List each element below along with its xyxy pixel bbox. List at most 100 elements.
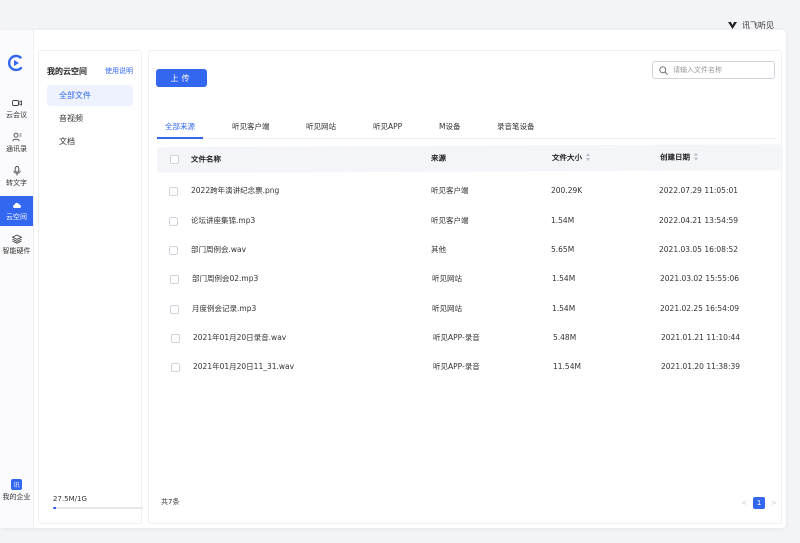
search-input[interactable] (673, 66, 768, 74)
date-cell: 2021.03.05 16:08:52 (659, 245, 739, 254)
table-row[interactable]: 2022跨年演讲纪念票.png 听见客户端 200.29K 2022.07.29 11… (159, 177, 783, 205)
row-checkbox[interactable] (170, 305, 179, 314)
layers-icon (11, 234, 22, 244)
search-icon (659, 65, 668, 75)
nav-item-label: 云空间 (6, 213, 27, 221)
file-name-cell[interactable]: 2021年01月20日11_31.wav (193, 353, 294, 381)
nav-item-meeting[interactable]: 云会议 (0, 94, 33, 124)
main-panel: 上传 全部来源 听见客户端 听见网站 听见APP M设备 录音笔设备 文件名称 … (148, 50, 785, 524)
sort-icon[interactable] (586, 153, 590, 161)
size-cell: 1.54M (551, 216, 575, 225)
nav-item-cloud[interactable]: 云空间 (0, 196, 33, 226)
file-name-cell[interactable]: 部门周例会.wav (191, 236, 246, 264)
app-logo-icon (5, 52, 27, 74)
tab-app[interactable]: 听见APP (373, 121, 402, 139)
column-size[interactable]: 文件大小 (552, 145, 590, 171)
size-cell: 5.48M (553, 333, 577, 342)
sidebar-item-documents[interactable]: 文档 (47, 131, 133, 152)
prev-page-button[interactable]: < (741, 499, 747, 507)
row-checkbox[interactable] (171, 334, 180, 343)
search-box[interactable] (652, 61, 775, 79)
column-date[interactable]: 创建日期 (660, 145, 698, 171)
storage-progress-fill (53, 507, 56, 509)
column-date-label: 创建日期 (659, 152, 691, 162)
tab-website[interactable]: 听见网站 (306, 121, 336, 139)
page-number-button[interactable]: 1 (753, 497, 766, 509)
sort-icon[interactable] (694, 153, 698, 161)
app-window: 云会议 通讯录 转文字 云空间 智能硬件 讯 我的企业 我的云空间 使用说明 全… (0, 30, 786, 528)
nav-item-label: 转文字 (6, 179, 27, 187)
company-label: 我的企业 (2, 493, 31, 501)
pagination: < 1 > (741, 497, 777, 509)
table-row[interactable]: 部门周例会02.mp3 听见网站 1.54M 2021.03.02 15:55:06 (160, 265, 784, 293)
upload-button[interactable]: 上传 (156, 69, 207, 87)
storage-text: 27.5M/1G (53, 495, 87, 503)
date-cell: 2021.02.25 16:54:09 (660, 304, 740, 313)
source-cell: 听见网站 (432, 304, 462, 313)
size-cell: 1.54M (552, 304, 576, 313)
source-cell: 其他 (431, 245, 446, 254)
tab-m-device[interactable]: M设备 (439, 121, 460, 139)
row-checkbox[interactable] (169, 246, 178, 255)
date-cell: 2021.01.21 11:10:44 (661, 333, 741, 342)
row-checkbox[interactable] (169, 187, 178, 196)
video-camera-icon (11, 100, 22, 106)
tab-all-sources[interactable]: 全部来源 (157, 121, 203, 139)
date-cell: 2022.04.21 13:54:59 (659, 216, 739, 225)
next-page-button[interactable]: > (771, 499, 777, 507)
table-header: 文件名称 来源 文件大小 创建日期 (156, 144, 784, 173)
size-cell: 5.65M (551, 245, 575, 254)
my-company[interactable]: 讯 我的企业 (0, 479, 33, 502)
nav-item-contacts[interactable]: 通讯录 (0, 128, 33, 158)
date-cell: 2022.07.29 11:05:01 (659, 186, 739, 195)
column-size-label: 文件大小 (551, 153, 583, 163)
source-cell: 听见APP-录音 (433, 362, 480, 371)
source-cell: 听见客户端 (431, 186, 469, 195)
nav-item-label: 智能硬件 (2, 247, 31, 255)
column-source: 来源 (430, 153, 447, 163)
date-cell: 2021.01.20 11:38:39 (661, 362, 741, 371)
storage-usage: 27.5M/1G (53, 495, 143, 509)
contacts-icon (11, 132, 21, 142)
source-tabs: 全部来源 听见客户端 听见网站 听见APP M设备 录音笔设备 (149, 121, 781, 139)
date-cell: 2021.03.02 15:55:06 (660, 274, 740, 283)
storage-progress-bar (53, 507, 143, 509)
source-cell: 听见网站 (432, 274, 462, 283)
cloud-sidebar: 我的云空间 使用说明 全部文件 音视频 文档 27.5M/1G (38, 50, 143, 524)
file-name-cell[interactable]: 部门周例会02.mp3 (192, 265, 258, 293)
nav-item-hardware[interactable]: 智能硬件 (0, 230, 33, 260)
help-link[interactable]: 使用说明 (105, 66, 133, 77)
total-count: 共7条 (161, 498, 180, 506)
file-name-cell[interactable]: 2022跨年演讲纪念票.png (191, 177, 279, 205)
table-row[interactable]: 论坛讲座集锦.mp3 听见客户端 1.54M 2022.04.21 13:54:59 (159, 207, 783, 235)
file-name-cell[interactable]: 论坛讲座集锦.mp3 (191, 207, 255, 235)
sidebar-item-all-files[interactable]: 全部文件 (47, 85, 133, 106)
tab-recorder-device[interactable]: 录音笔设备 (497, 121, 535, 139)
left-navigation: 云会议 通讯录 转文字 云空间 智能硬件 讯 我的企业 (0, 30, 34, 528)
nav-item-transcribe[interactable]: 转文字 (0, 162, 33, 192)
file-name-cell[interactable]: 2021年01月20日录音.wav (193, 324, 286, 352)
size-cell: 200.29K (551, 186, 583, 195)
nav-item-label: 通讯录 (6, 145, 27, 153)
column-name[interactable]: 文件名称 (191, 147, 221, 173)
microphone-icon (12, 166, 21, 176)
sidebar-item-media[interactable]: 音视频 (47, 108, 133, 129)
nav-item-label: 云会议 (6, 111, 27, 119)
table-row[interactable]: 2021年01月20日11_31.wav 听见APP-录音 11.54M 2021.0… (161, 353, 785, 381)
file-name-cell[interactable]: 月度例会记录.mp3 (192, 295, 256, 323)
row-checkbox[interactable] (169, 217, 178, 226)
row-checkbox[interactable] (171, 363, 180, 372)
cloud-icon (12, 202, 21, 208)
size-cell: 1.54M (552, 274, 576, 283)
sidebar-title: 我的云空间 (47, 67, 87, 76)
tab-client[interactable]: 听见客户端 (232, 121, 270, 139)
sidebar-header: 我的云空间 使用说明 (47, 66, 133, 77)
row-checkbox[interactable] (170, 275, 179, 284)
select-all-checkbox[interactable] (169, 154, 180, 164)
table-row[interactable]: 2021年01月20日录音.wav 听见APP-录音 5.48M 2021.01.21… (161, 324, 785, 352)
size-cell: 11.54M (553, 362, 581, 371)
company-badge: 讯 (11, 479, 22, 490)
table-row[interactable]: 部门周例会.wav 其他 5.65M 2021.03.05 16:08:52 (159, 236, 783, 264)
table-row[interactable]: 月度例会记录.mp3 听见网站 1.54M 2021.02.25 16:54:09 (160, 295, 784, 323)
source-cell: 听见客户端 (431, 216, 469, 225)
